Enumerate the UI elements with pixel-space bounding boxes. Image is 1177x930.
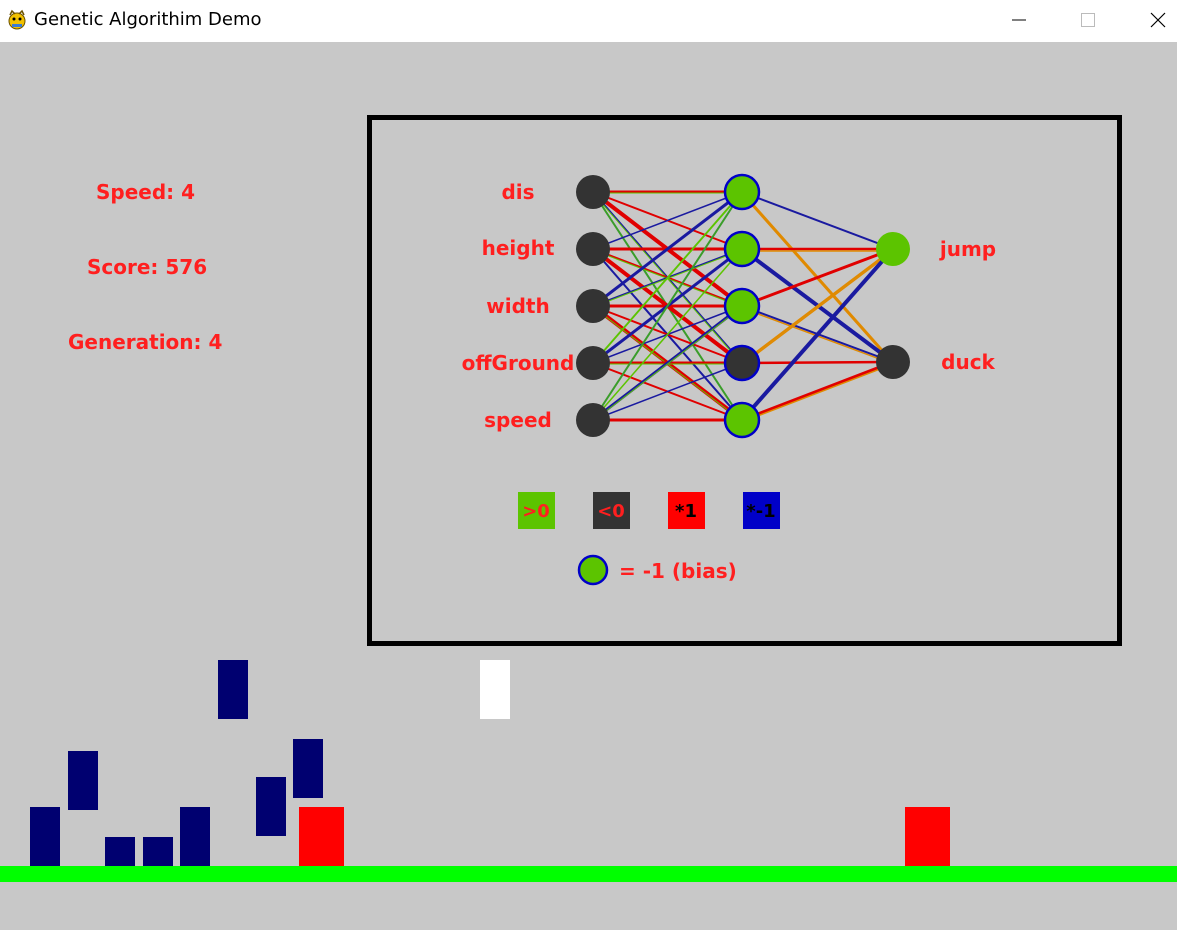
legend-times-neg-one-label: *-1 — [746, 501, 775, 522]
dino-player — [30, 807, 60, 866]
legend-bias-label: = -1 (bias) — [619, 559, 737, 583]
dino-player — [256, 777, 286, 836]
dino-player-ducking — [143, 837, 173, 866]
input-label-speed: speed — [484, 408, 552, 432]
legend-negative-label: <0 — [597, 501, 625, 522]
hidden-node — [723, 287, 761, 325]
hidden-output-connection — [740, 247, 895, 422]
input-node — [576, 403, 610, 437]
hidden-node — [723, 173, 761, 211]
input-label-offground: offGround — [462, 351, 575, 375]
cactus-obstacle — [299, 807, 344, 866]
input-label-width: width — [486, 294, 549, 318]
hidden-output-connection — [741, 360, 894, 422]
legend-positive-label: >0 — [522, 501, 550, 522]
input-node — [576, 175, 610, 209]
legend-times-one-label: *1 — [675, 501, 697, 522]
legend-bias-node — [577, 554, 609, 586]
dino-player — [218, 660, 248, 719]
input-node — [576, 289, 610, 323]
hidden-output-connection — [741, 360, 894, 365]
hidden-node — [723, 401, 761, 439]
neural-network-diagram: dis height width offGround speed jump du… — [462, 173, 996, 586]
dino-player — [180, 807, 210, 866]
hidden-node — [723, 344, 761, 382]
hidden-node — [723, 230, 761, 268]
dino-player-ducking — [105, 837, 135, 866]
dino-player — [68, 751, 98, 810]
input-label-dis: dis — [501, 180, 534, 204]
output-node — [876, 232, 910, 266]
output-label-duck: duck — [941, 350, 995, 374]
dino-player — [293, 739, 323, 798]
input-node — [576, 346, 610, 380]
output-node — [876, 345, 910, 379]
bird-obstacle — [480, 660, 510, 719]
ground-line — [0, 866, 1177, 882]
output-label-jump: jump — [939, 237, 996, 261]
cactus-obstacle — [905, 807, 950, 866]
input-node — [576, 232, 610, 266]
input-label-height: height — [482, 236, 555, 260]
